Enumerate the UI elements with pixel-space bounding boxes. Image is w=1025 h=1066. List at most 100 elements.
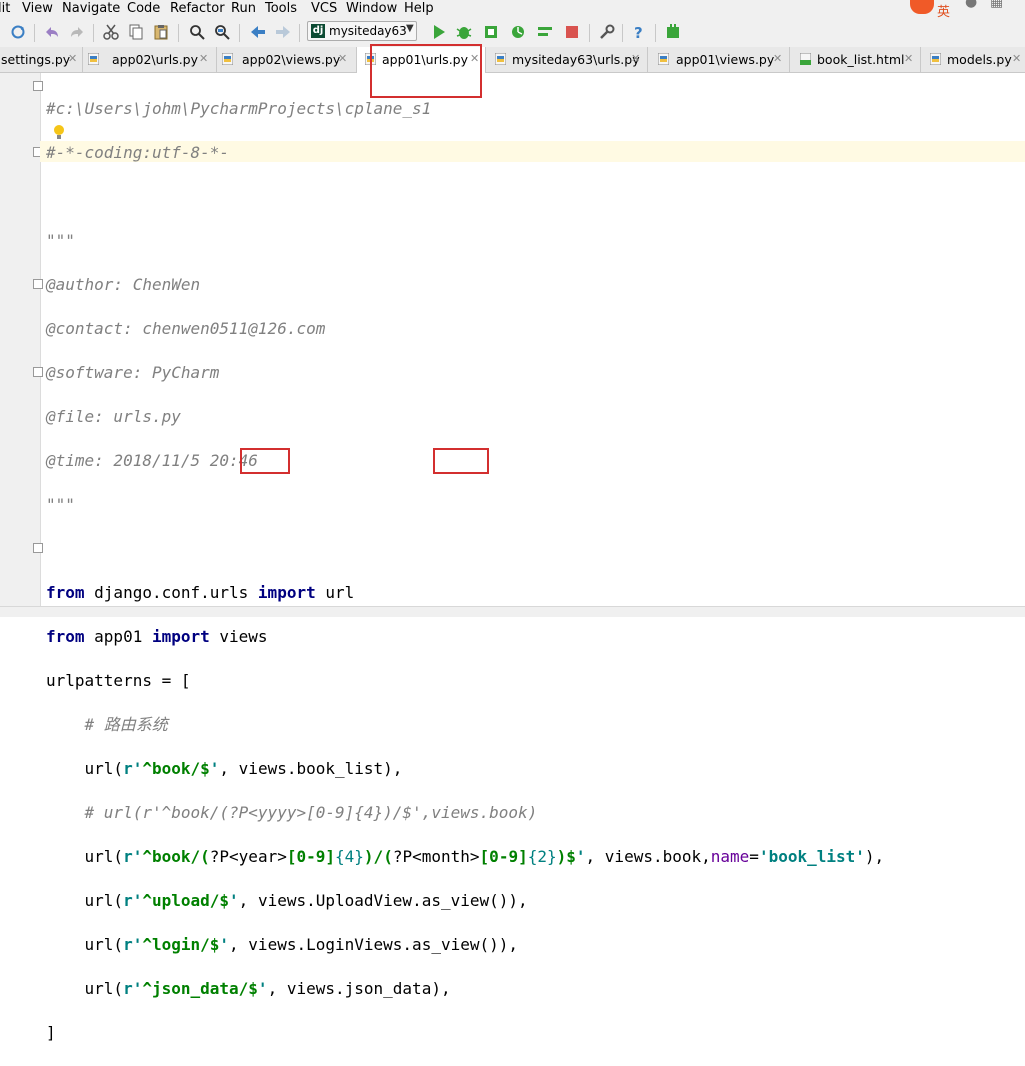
settings-icon[interactable]: [598, 23, 616, 41]
python-file-icon: [88, 53, 99, 65]
regex-text: ^upload/$: [142, 891, 230, 910]
code-line: @file: urls.py: [46, 407, 181, 426]
back-icon[interactable]: [249, 23, 267, 41]
tab-app01-urls[interactable]: app01\urls.py ✕: [357, 47, 486, 73]
python-file-icon: [365, 53, 376, 65]
sync-icon[interactable]: [9, 23, 27, 41]
code-text: , views.json_data),: [267, 979, 451, 998]
code-text: url(: [46, 847, 124, 866]
tab-app01-views[interactable]: app01\views.py ✕: [648, 47, 790, 72]
close-icon[interactable]: ✕: [1012, 52, 1021, 65]
code-editor[interactable]: #c:\Users\johm\PycharmProjects\cplane_s1…: [46, 76, 884, 1066]
regex-text: ^book/$: [142, 759, 210, 778]
code-line: url(r'^book/(?P<year>[0-9]{4})/(?P<month…: [46, 846, 885, 868]
tab-mysiteday63-urls[interactable]: mysiteday63\urls.py ✕: [486, 47, 648, 72]
string-literal: 'book_list': [758, 847, 865, 866]
code-line: url(r'^book/$', views.book_list),: [46, 758, 884, 780]
tab-settings[interactable]: settings.py ✕: [0, 47, 83, 72]
string-prefix: r': [123, 759, 143, 778]
menu-code[interactable]: Code: [127, 1, 160, 16]
regex-text: [0-9]: [286, 847, 336, 866]
paste-icon[interactable]: [152, 23, 170, 41]
plugin-icon[interactable]: [664, 23, 682, 41]
chevron-down-icon: ▼: [406, 23, 414, 34]
python-file-icon: [658, 53, 669, 65]
code-text: url(: [46, 935, 124, 954]
close-icon[interactable]: ✕: [470, 52, 479, 65]
concurrency-icon[interactable]: [536, 23, 554, 41]
code-line: # 路由系统: [46, 715, 168, 734]
undo-icon[interactable]: [43, 23, 61, 41]
menu-navigate[interactable]: Navigate: [62, 1, 120, 16]
close-icon[interactable]: ✕: [773, 52, 782, 65]
redo-icon[interactable]: [68, 23, 86, 41]
tab-book-list-html[interactable]: book_list.html ✕: [790, 47, 921, 72]
editor-tabs: settings.py ✕ app02\urls.py ✕ app02\view…: [0, 47, 1025, 73]
fold-icon[interactable]: [33, 367, 43, 377]
close-icon[interactable]: ✕: [631, 52, 640, 65]
close-icon[interactable]: ✕: [68, 52, 77, 65]
regex-group: ?P<: [392, 847, 422, 866]
code-line: @time: 2018/11/5 20:46: [46, 451, 258, 470]
regex-text: [0-9]: [479, 847, 528, 866]
identifier: url: [315, 583, 355, 602]
keyword: import: [151, 627, 210, 646]
menu-edit[interactable]: lit: [0, 1, 10, 16]
toolbar-separator: [93, 24, 94, 42]
close-icon[interactable]: ✕: [199, 52, 208, 65]
code-text: ),: [864, 847, 885, 866]
menu-run[interactable]: Run: [231, 1, 256, 16]
regex-group: >: [277, 847, 287, 866]
coverage-icon[interactable]: [482, 23, 500, 41]
regex-text: )$: [556, 847, 576, 866]
stop-icon[interactable]: [563, 23, 581, 41]
string-quote: ': [209, 759, 220, 778]
menu-vcs[interactable]: VCS: [311, 1, 337, 16]
debug-icon[interactable]: [455, 23, 473, 41]
tab-models[interactable]: models.py ✕: [921, 47, 1025, 72]
run-configuration-select[interactable]: dj mysiteday63 ▼: [307, 21, 417, 41]
help-icon[interactable]: ?: [630, 23, 648, 41]
close-icon[interactable]: ✕: [338, 52, 347, 65]
code-line: urlpatterns = [: [46, 671, 191, 690]
toolbar-separator: [655, 24, 656, 42]
cut-icon[interactable]: [102, 23, 120, 41]
tab-label: book_list.html: [817, 52, 905, 67]
code-line: url(r'^json_data/$', views.json_data),: [46, 978, 884, 1000]
fold-icon[interactable]: [33, 279, 43, 289]
string-quote: ': [229, 891, 239, 910]
django-icon: dj: [311, 24, 325, 38]
code-line: #-*-coding:utf-8-*-: [46, 143, 230, 162]
run-icon[interactable]: [430, 23, 448, 41]
python-file-icon: [930, 53, 941, 65]
replace-icon[interactable]: [213, 23, 231, 41]
forward-icon[interactable]: [274, 23, 292, 41]
profile-icon[interactable]: [509, 23, 527, 41]
menu-help[interactable]: Help: [404, 1, 434, 16]
copy-icon[interactable]: [127, 23, 145, 41]
code-text: =: [749, 847, 759, 866]
tab-app02-views[interactable]: app02\views.py ✕: [217, 47, 357, 72]
string-quote: ': [575, 847, 586, 866]
menu-refactor[interactable]: Refactor: [170, 1, 225, 16]
regex-group-name: month: [421, 847, 470, 866]
tab-label: settings.py: [1, 52, 71, 67]
regex-quantifier: {2}: [527, 847, 557, 866]
regex-text: ^json_data/$: [142, 979, 258, 998]
string-quote: ': [257, 979, 268, 998]
code-text: , views.book,: [585, 847, 711, 866]
tab-label: app01\views.py: [676, 52, 775, 67]
tab-app02-urls[interactable]: app02\urls.py ✕: [83, 47, 217, 72]
code-line: url(r'^login/$', views.LoginViews.as_vie…: [46, 934, 884, 956]
find-icon[interactable]: [188, 23, 206, 41]
code-text: url(: [46, 759, 124, 778]
code-text: url(: [46, 979, 124, 998]
menu-tools[interactable]: Tools: [265, 1, 297, 16]
fold-icon[interactable]: [33, 543, 43, 553]
menu-view[interactable]: View: [22, 1, 53, 16]
string-prefix: r': [123, 891, 143, 910]
menu-window[interactable]: Window: [346, 1, 397, 16]
code-line: from app01 import views: [46, 626, 884, 648]
close-icon[interactable]: ✕: [904, 52, 913, 65]
fold-icon[interactable]: [33, 81, 43, 91]
